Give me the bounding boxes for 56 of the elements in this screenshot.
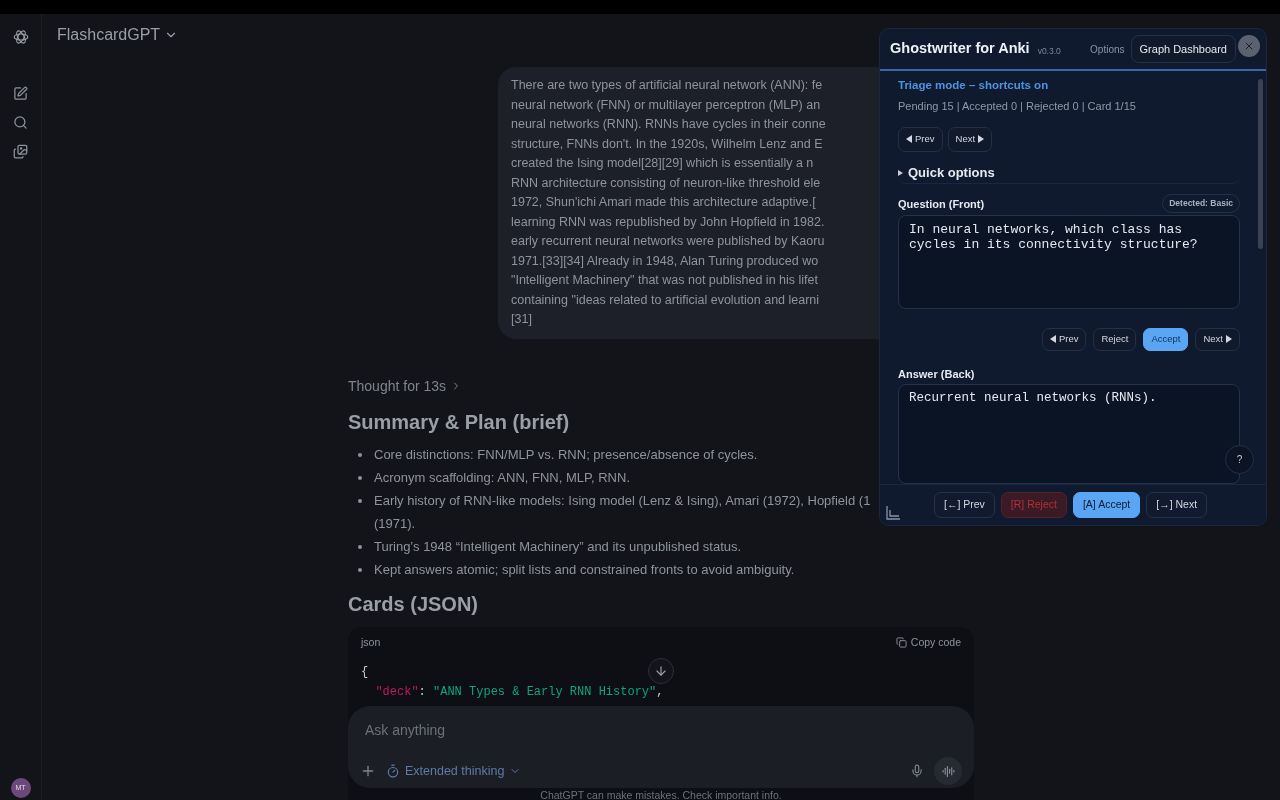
bullet-icon: [358, 567, 362, 572]
bullet-text: Kept answers atomic; split lists and constrained fronts to avoid ambiguity.: [374, 560, 795, 579]
field-label: Answer (Back): [898, 366, 976, 382]
panel-title: Ghostwriter for Anki: [890, 39, 1030, 59]
triangle-right-icon: [978, 135, 985, 144]
code-line: {: [361, 664, 369, 682]
next-button[interactable]: Next: [947, 126, 993, 152]
prev-button[interactable]: Prev: [1041, 327, 1087, 351]
question-field[interactable]: In neural networks, which class has cycles in its connectivity structure?: [898, 215, 1240, 309]
model-selector[interactable]: FlashcardGPT: [57, 23, 179, 47]
bullet-text: Early history of RNN-like models: Ising model (Lenz & Ising), Amari (1972), Hopfield (1 (1971).: [374, 491, 871, 533]
prev-button[interactable]: Prev: [898, 126, 943, 152]
section-heading: Cards (JSON): [348, 591, 480, 617]
code-line: "deck": "ANN Types & Early RNN History",: [374, 684, 664, 702]
triangle-left-icon: [906, 135, 912, 144]
shortcut-button[interactable]: [A] Accept: [1072, 492, 1141, 518]
bullet-icon: [358, 475, 362, 480]
code-language: json: [361, 634, 381, 650]
waveform-icon: [941, 764, 955, 778]
bullet-text: Acronym scaffolding: ANN, FNN, MLP, RNN.: [374, 468, 630, 487]
microphone-icon[interactable]: [910, 764, 924, 778]
plus-icon[interactable]: [360, 763, 376, 779]
triangle-left-icon: [1049, 335, 1056, 343]
graph-dashboard-button[interactable]: Graph Dashboard: [1130, 34, 1236, 64]
bullet-icon: [358, 452, 362, 457]
section-heading: Summary & Plan (brief): [348, 409, 571, 435]
search-icon[interactable]: [13, 115, 28, 130]
shortcut-button[interactable]: [←] Prev: [934, 492, 995, 518]
voice-button[interactable]: [934, 757, 962, 785]
copy-icon: [895, 636, 907, 648]
logo-icon[interactable]: [11, 28, 30, 46]
close-button[interactable]: [1238, 35, 1260, 57]
copy-code-button[interactable]: Copy code: [895, 634, 961, 651]
message-input[interactable]: Ask anything: [360, 720, 962, 741]
mode-selector[interactable]: Extended thinking: [386, 761, 522, 781]
next-button[interactable]: Next: [1195, 327, 1240, 351]
bullet-icon: [358, 498, 362, 503]
thought-toggle[interactable]: Thought for 13s: [348, 375, 447, 397]
timer-icon: [386, 764, 400, 778]
bullet-icon: [358, 544, 362, 549]
bullet-text: Core distinctions: FNN/MLP vs. RNN; presence/absence of cycles.: [374, 445, 758, 464]
version-label: v0.3.0: [1037, 44, 1061, 58]
quick-options-toggle[interactable]: Quick options: [898, 161, 1240, 185]
arrow-down-icon: [654, 664, 668, 678]
shortcut-button[interactable]: [→] Next: [1146, 492, 1208, 518]
resize-corner-icon[interactable]: [885, 505, 901, 521]
card-action-button[interactable]: Accept: [1143, 327, 1189, 351]
scrollbar-thumb[interactable]: [1258, 79, 1263, 249]
close-icon: [1243, 40, 1255, 52]
triangle-right-icon: [1226, 335, 1232, 343]
bullet-text: Turing’s 1948 “Intelligent Machinery” and its unpublished status.: [374, 537, 742, 556]
triangle-right-icon: [898, 169, 903, 176]
options-link[interactable]: Options: [1090, 41, 1125, 57]
card-action-button[interactable]: Reject: [1093, 327, 1137, 351]
new-chat-icon[interactable]: [13, 86, 28, 101]
images-icon[interactable]: [13, 144, 28, 159]
